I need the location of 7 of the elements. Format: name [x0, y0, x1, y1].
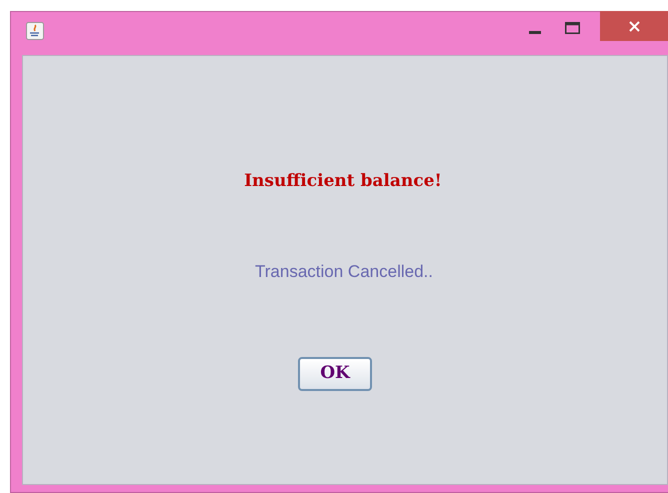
maximize-icon[interactable] [565, 22, 580, 34]
close-icon [628, 20, 640, 32]
status-message: Transaction Cancelled.. [255, 261, 433, 283]
app-icon [26, 22, 44, 40]
close-button[interactable] [600, 11, 668, 41]
error-message: Insufficient balance! [244, 170, 442, 192]
ok-button[interactable]: OK [298, 357, 372, 391]
